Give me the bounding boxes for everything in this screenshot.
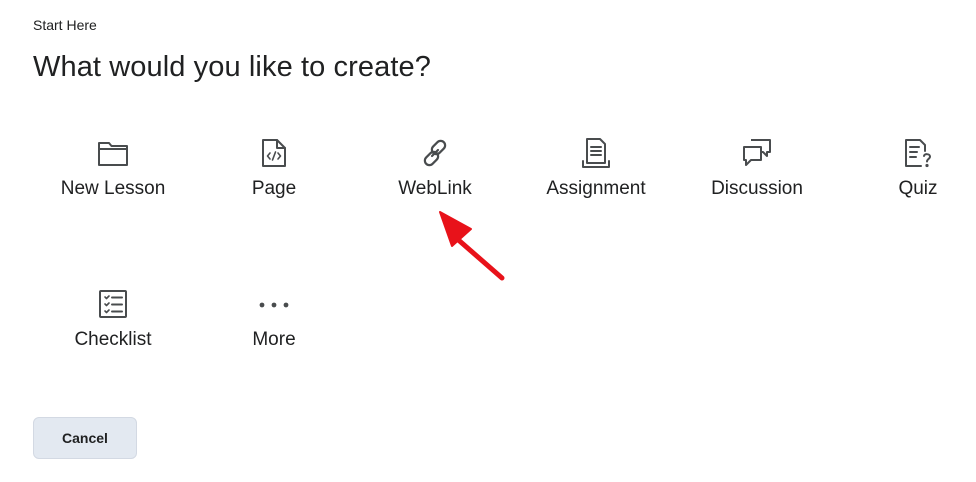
- option-discussion-label: Discussion: [711, 178, 803, 199]
- checklist-icon: [96, 287, 130, 321]
- option-checklist[interactable]: Checklist: [33, 287, 193, 397]
- option-checklist-label: Checklist: [74, 329, 152, 350]
- cancel-button[interactable]: Cancel: [33, 417, 137, 459]
- link-icon: [418, 136, 452, 170]
- option-more[interactable]: More: [194, 287, 354, 397]
- option-more-label: More: [252, 329, 296, 350]
- option-new-lesson-label: New Lesson: [60, 178, 166, 199]
- folder-icon: [96, 136, 130, 170]
- page-title: What would you like to create?: [33, 51, 431, 83]
- option-assignment-label: Assignment: [546, 178, 646, 199]
- discussion-bubbles-icon: [740, 136, 774, 170]
- option-weblink-label: WebLink: [398, 178, 472, 199]
- option-quiz-label: Quiz: [898, 178, 938, 199]
- code-file-icon: [257, 136, 291, 170]
- quiz-icon: [901, 136, 935, 170]
- option-new-lesson[interactable]: New Lesson: [33, 136, 193, 246]
- option-discussion[interactable]: Discussion: [677, 136, 837, 246]
- option-assignment[interactable]: Assignment: [516, 136, 676, 246]
- more-dots-icon: [257, 287, 291, 321]
- option-page-label: Page: [251, 178, 297, 199]
- option-quiz[interactable]: Quiz: [838, 136, 976, 246]
- breadcrumb[interactable]: Start Here: [33, 17, 97, 33]
- option-page[interactable]: Page: [194, 136, 354, 246]
- create-dialog: Start Here What would you like to create…: [0, 0, 976, 482]
- annotation-arrow-icon: [439, 211, 505, 281]
- assignment-document-icon: [579, 136, 613, 170]
